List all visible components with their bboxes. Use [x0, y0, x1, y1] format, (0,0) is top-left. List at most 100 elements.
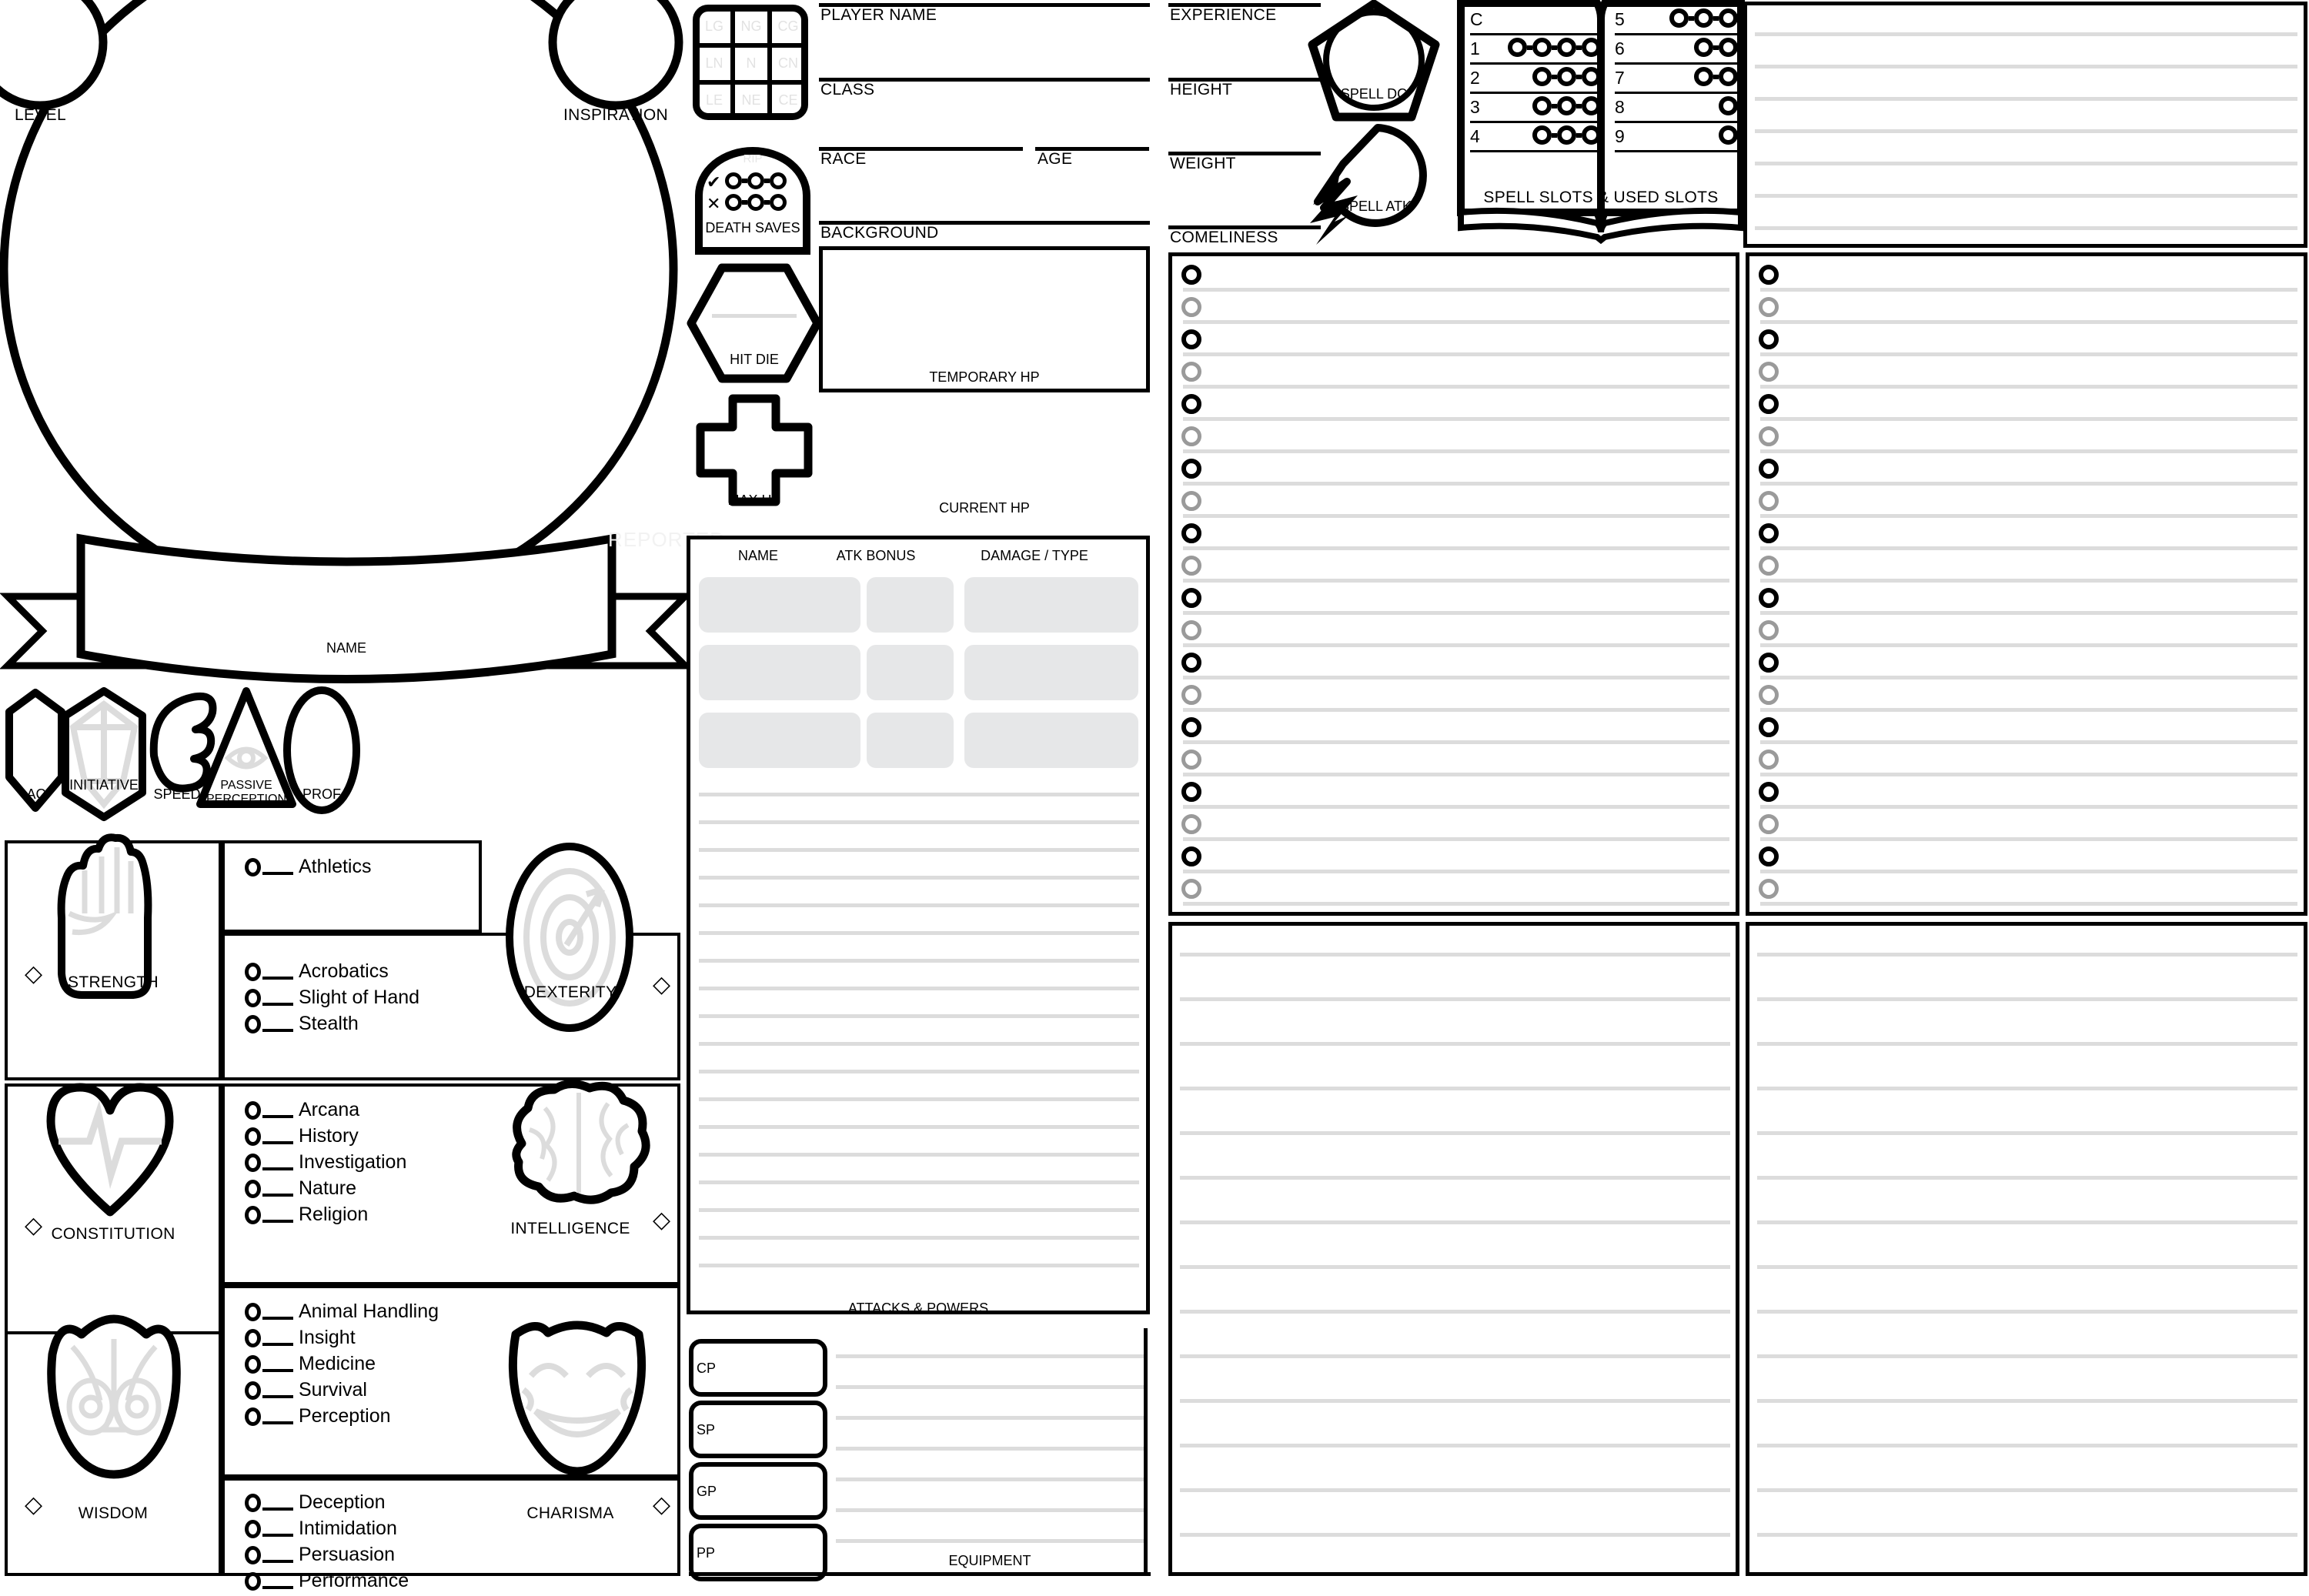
powers-line[interactable] [699, 959, 1139, 963]
death-save-failure-dots[interactable] [725, 194, 787, 211]
spell-name-line[interactable] [1183, 320, 1729, 324]
note-line[interactable] [1755, 129, 2297, 133]
note-line[interactable] [1757, 1265, 2297, 1269]
alignment-cell-cg[interactable]: CG [771, 18, 805, 35]
skill-proficiency-circle[interactable] [245, 1179, 261, 1198]
powers-line[interactable] [699, 1264, 1139, 1267]
skill-modifier-line[interactable] [262, 1382, 293, 1398]
spell-slot-dot[interactable] [1508, 38, 1527, 57]
skill-proficiency-circle[interactable] [245, 1545, 261, 1564]
note-line[interactable] [1755, 226, 2297, 230]
spell-name-line[interactable] [1760, 546, 2297, 550]
spell-prepared-circle[interactable] [1181, 491, 1201, 511]
spell-prepared-circle[interactable] [1759, 459, 1779, 479]
alignment-cell-le[interactable]: LE [697, 92, 731, 109]
spell-slot-dot[interactable] [1694, 67, 1713, 86]
height-input[interactable] [1170, 100, 1319, 145]
spell-slot-dot[interactable] [1582, 67, 1601, 86]
spell-name-line[interactable] [1760, 870, 2297, 873]
powers-line[interactable] [699, 931, 1139, 935]
skill-proficiency-circle[interactable] [245, 1571, 261, 1591]
spell-name-line[interactable] [1183, 449, 1729, 453]
spell-slot-row[interactable]: 7 [1615, 66, 1738, 95]
death-save-dot[interactable] [747, 194, 764, 211]
note-line[interactable] [1757, 1444, 2297, 1447]
death-save-dot[interactable] [770, 172, 787, 189]
spell-slot-row[interactable]: 1 [1470, 37, 1601, 66]
spell-prepared-circle[interactable] [1759, 556, 1779, 576]
alignment-cell-ce[interactable]: CE [771, 92, 805, 109]
player-name-input[interactable] [820, 26, 1148, 72]
skill-proficiency-circle[interactable] [245, 988, 261, 1007]
spell-prepared-circle[interactable] [1759, 297, 1779, 317]
note-line[interactable] [1755, 194, 2297, 198]
skill-row-arcana[interactable]: Arcana [245, 1099, 406, 1121]
spell-prepared-circle[interactable] [1759, 846, 1779, 866]
skill-proficiency-circle[interactable] [245, 1328, 261, 1347]
spell-name-line[interactable] [1760, 740, 2297, 744]
spell-slot-row[interactable]: 3 [1470, 95, 1601, 125]
spell-name-line[interactable] [1183, 805, 1729, 809]
note-line[interactable] [1757, 1488, 2297, 1492]
skill-modifier-line[interactable] [262, 1154, 293, 1170]
spell-prepared-circle[interactable] [1181, 588, 1201, 608]
spell-name-line[interactable] [1760, 385, 2297, 389]
note-line[interactable] [1757, 1399, 2297, 1403]
skill-modifier-line[interactable] [262, 1573, 293, 1589]
constitution-save-diamond-icon[interactable]: ◇ [25, 1212, 42, 1239]
spell-prepared-circle[interactable] [1181, 782, 1201, 802]
note-line[interactable] [1180, 1087, 1730, 1090]
spell-slot-rows-left[interactable]: C 1 2 3 4 [1470, 8, 1601, 154]
spell-slot-dot[interactable] [1557, 125, 1576, 145]
spell-atk-badge[interactable] [1301, 122, 1443, 254]
skill-modifier-line[interactable] [262, 1408, 293, 1424]
note-line[interactable] [1757, 1176, 2297, 1180]
spell-prepared-circle[interactable] [1181, 459, 1201, 479]
spell-slot-dots[interactable] [1532, 96, 1601, 115]
note-line[interactable] [1757, 1354, 2297, 1358]
equipment-line[interactable] [836, 1508, 1144, 1512]
spell-name-line[interactable] [1183, 417, 1729, 421]
spell-name-line[interactable] [1183, 740, 1729, 744]
spell-dc-badge[interactable] [1308, 0, 1440, 123]
note-line[interactable] [1755, 97, 2297, 101]
class-input[interactable] [820, 100, 1148, 146]
spell-prepared-circle[interactable] [1181, 620, 1201, 640]
spell-slot-dot[interactable] [1557, 67, 1576, 86]
skill-proficiency-circle[interactable] [245, 1153, 261, 1172]
skill-modifier-line[interactable] [262, 1521, 293, 1537]
powers-line[interactable] [699, 1042, 1139, 1046]
spell-name-line[interactable] [1760, 449, 2297, 453]
spell-name-line[interactable] [1760, 708, 2297, 712]
spell-prepared-circle[interactable] [1759, 523, 1779, 543]
spell-slot-rows-right[interactable]: 5 6 7 8 9 [1615, 8, 1738, 154]
spell-slot-dots[interactable] [1669, 8, 1738, 28]
spell-prepared-circle[interactable] [1181, 685, 1201, 705]
spell-prepared-circle[interactable] [1759, 685, 1779, 705]
note-line[interactable] [1755, 32, 2297, 36]
note-line[interactable] [1180, 1354, 1730, 1358]
spell-slot-row[interactable]: C [1470, 8, 1601, 37]
skill-modifier-line[interactable] [262, 990, 293, 1006]
skill-proficiency-circle[interactable] [245, 962, 261, 981]
spell-prepared-circle[interactable] [1181, 846, 1201, 866]
spell-prepared-circle[interactable] [1759, 362, 1779, 382]
note-line[interactable] [1180, 1265, 1730, 1269]
note-line[interactable] [1757, 1131, 2297, 1135]
skill-row-athletics[interactable]: Athletics [245, 856, 371, 878]
spell-name-line[interactable] [1760, 320, 2297, 324]
spell-slot-dot[interactable] [1532, 67, 1552, 86]
attack-bonus-input[interactable] [867, 645, 954, 700]
spell-name-line[interactable] [1760, 805, 2297, 809]
spell-name-line[interactable] [1183, 870, 1729, 873]
spell-name-line[interactable] [1183, 579, 1729, 583]
spell-slot-dot[interactable] [1532, 96, 1552, 115]
skill-proficiency-circle[interactable] [245, 1493, 261, 1512]
spell-name-line[interactable] [1183, 482, 1729, 486]
spell-prepared-circle[interactable] [1181, 362, 1201, 382]
death-save-dot[interactable] [747, 172, 764, 189]
race-input[interactable] [820, 169, 1021, 212]
spell-name-line[interactable] [1183, 643, 1729, 647]
note-line[interactable] [1180, 1399, 1730, 1403]
spell-slot-dot[interactable] [1694, 38, 1713, 57]
